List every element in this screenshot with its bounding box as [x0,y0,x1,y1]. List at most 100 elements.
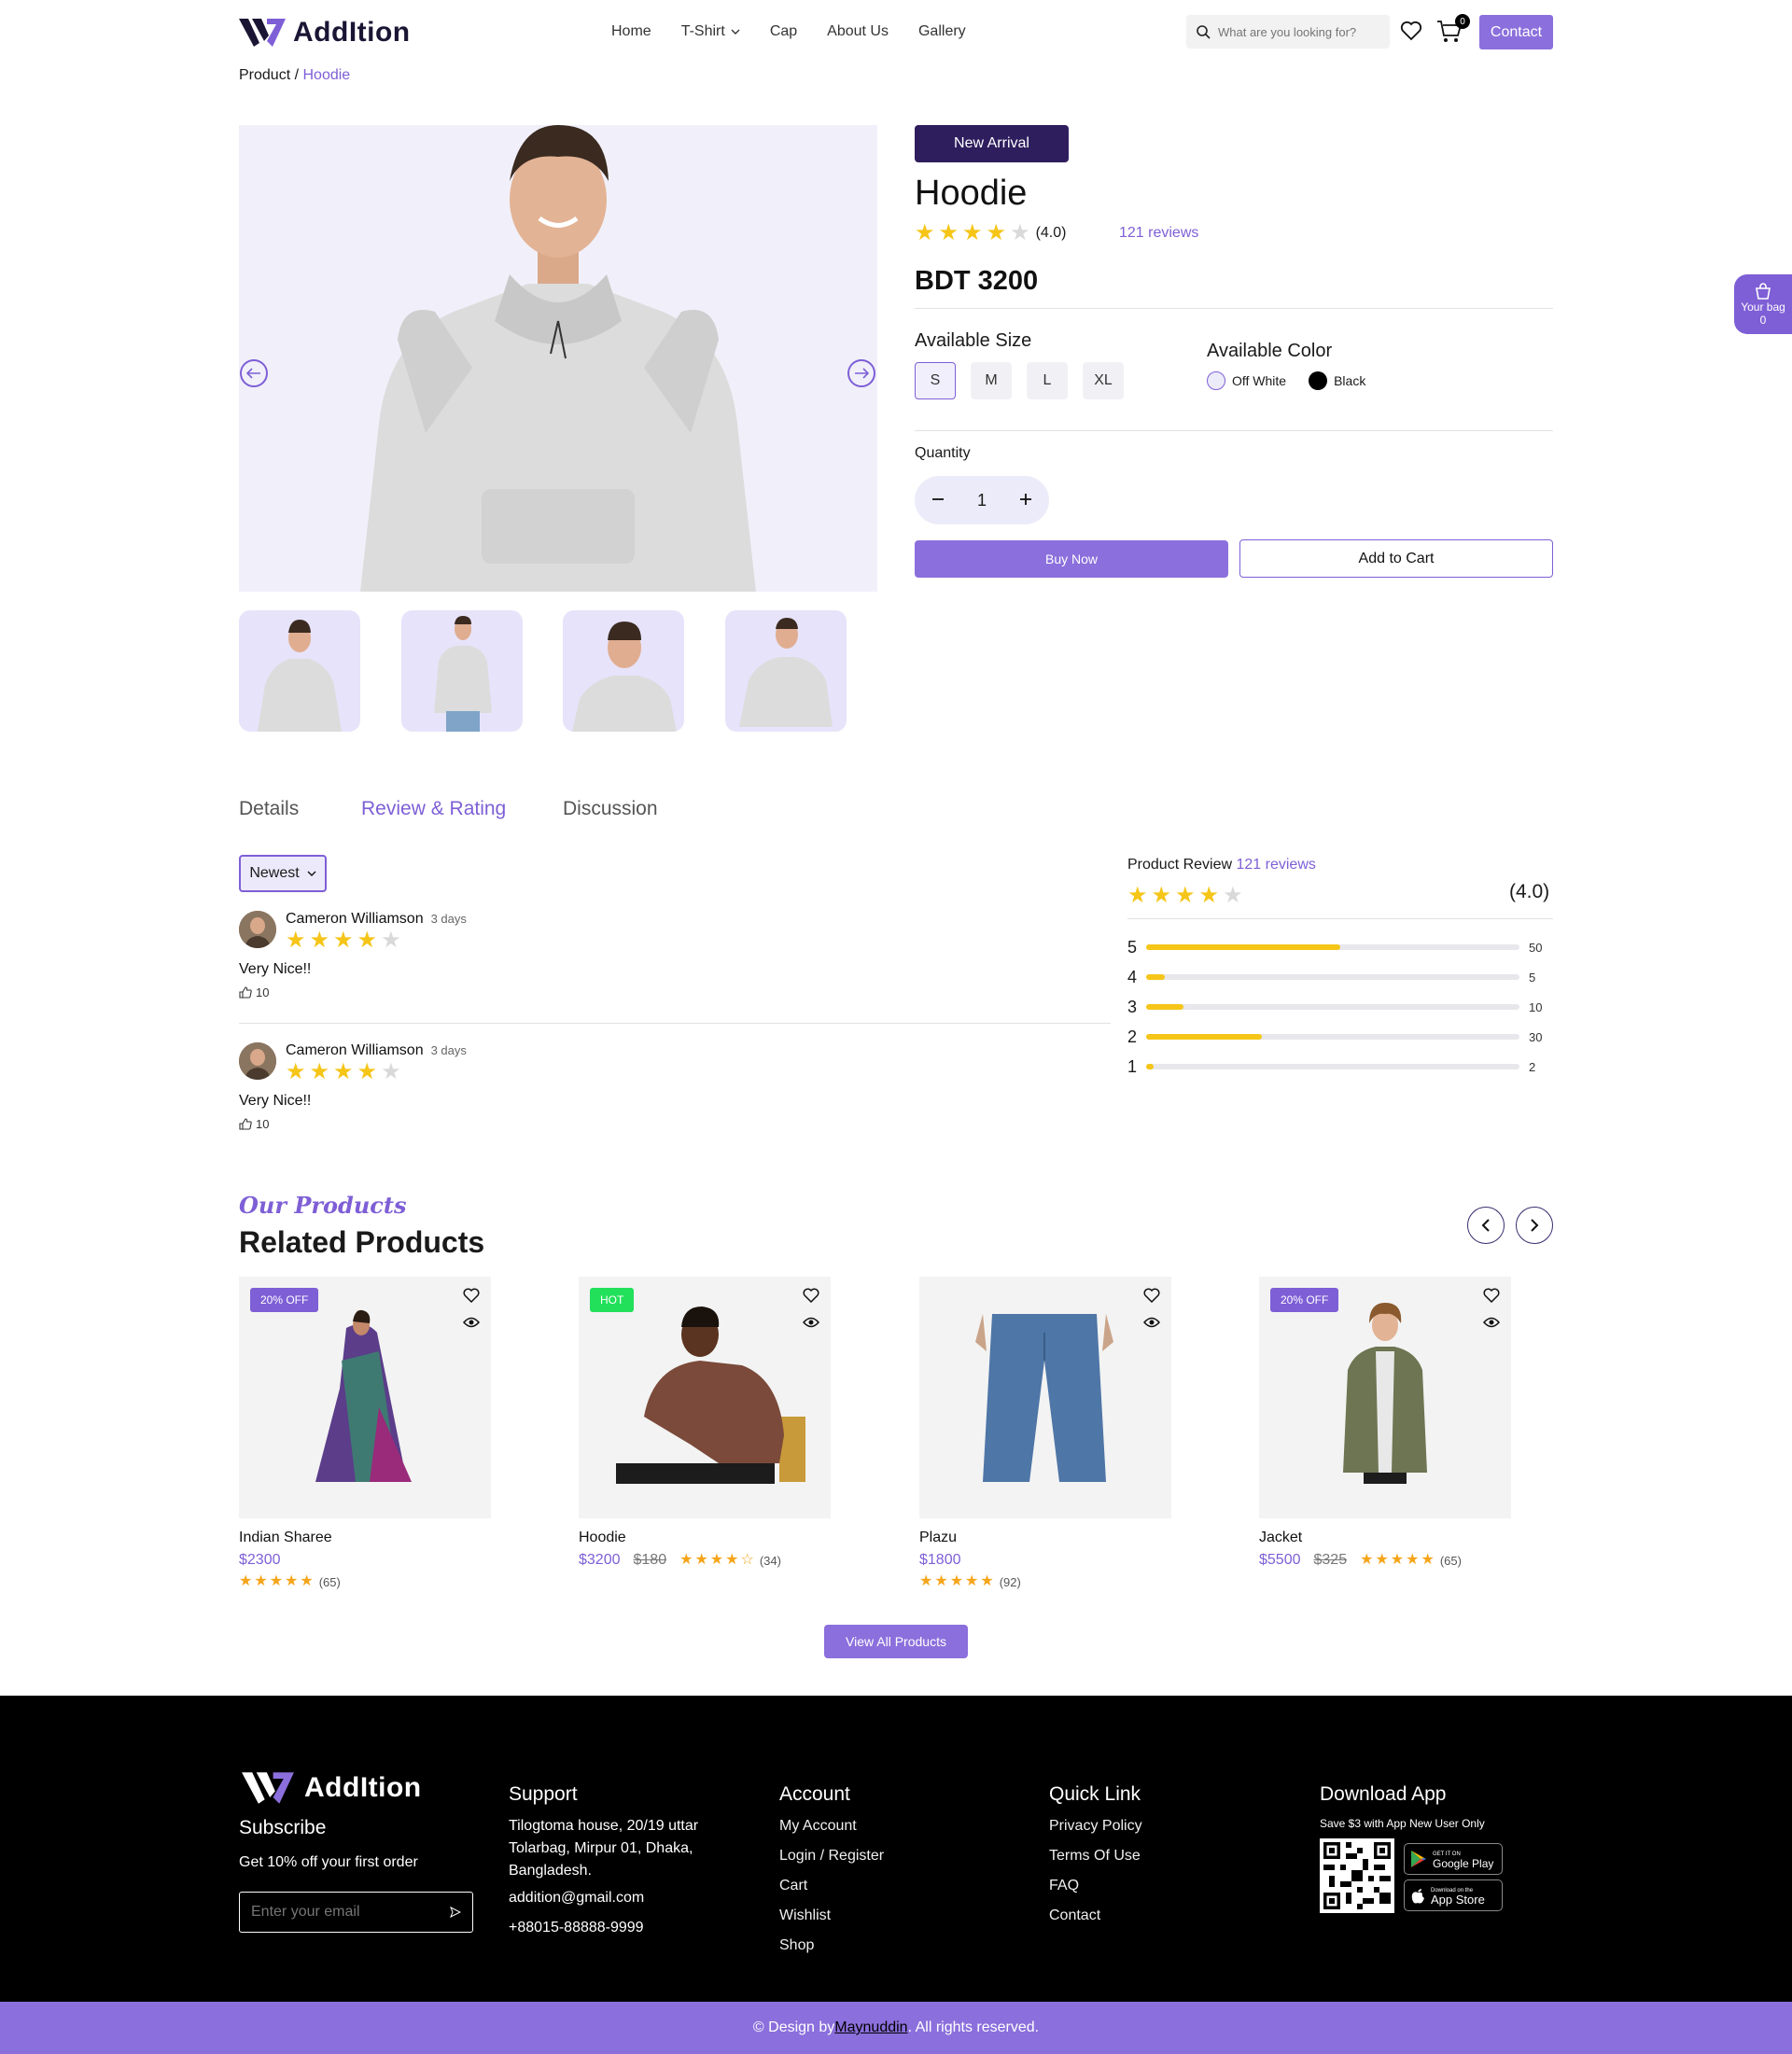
footer-link-my-account[interactable]: My Account [779,1811,884,1841]
rating-bar-label: 3 [1127,997,1138,1016]
related-next-button[interactable] [1516,1207,1553,1244]
rating-bar-label: 5 [1127,937,1138,957]
account-links: My Account Login / Register Cart Wishlis… [779,1811,884,1961]
product-photo-hoodie [616,1306,805,1484]
footer-link-terms[interactable]: Terms Of Use [1049,1841,1142,1871]
thumbs-up-icon [239,986,252,999]
summary-reviews-link[interactable]: 121 reviews [1237,857,1316,873]
nav-tshirt[interactable]: T-Shirt [681,23,740,40]
review-like-button[interactable]: 10 [239,985,1111,999]
nav-home[interactable]: Home [611,23,651,40]
footer-link-privacy[interactable]: Privacy Policy [1049,1811,1142,1841]
rating-bar-fill [1146,1064,1154,1069]
footer-logo[interactable]: AddItion [239,1770,422,1806]
logo-mark-icon [242,1772,294,1804]
product-card[interactable]: 20% OFF Jacket $5500 $325 ★ ★ ★ ★ ★ (65) [1259,1277,1511,1569]
size-option-xl[interactable]: XL [1083,362,1124,399]
contact-button[interactable]: Contact [1479,15,1553,49]
app-store-button[interactable]: Download on the App Store [1404,1879,1503,1911]
quantity-increase-button[interactable] [1019,491,1032,510]
product-name[interactable]: Plazu [919,1530,1171,1546]
send-icon[interactable] [450,1907,461,1918]
gallery-prev-button[interactable] [240,359,268,387]
nav-gallery[interactable]: Gallery [918,23,966,40]
nav-cap[interactable]: Cap [770,23,797,40]
support-email[interactable]: addition@gmail.com [509,1890,644,1907]
star-icon: ★ [357,1059,378,1084]
star-icon: ★ [269,1573,284,1589]
gallery-next-button[interactable] [847,359,875,387]
star-icon: ★ [1390,1552,1405,1568]
size-option-m[interactable]: M [971,362,1012,399]
color-option-off-white[interactable]: Off White [1207,371,1286,390]
search-bar[interactable] [1186,15,1390,49]
heart-icon[interactable] [463,1288,480,1303]
support-phone[interactable]: +88015-88888-9999 [509,1920,644,1936]
star-icon: ★ [1421,1552,1435,1568]
cart-button[interactable]: 0 [1436,14,1470,44]
google-play-button[interactable]: GET IT ON Google Play [1404,1843,1503,1875]
thumbnail-2[interactable] [401,610,523,732]
review-sort-select[interactable]: Newest [239,855,327,892]
search-input[interactable] [1218,24,1377,39]
star-icon: ★ [980,1573,994,1589]
product-name[interactable]: Hoodie [579,1530,831,1546]
product-card[interactable]: Plazu $1800 ★ ★ ★ ★ ★ (92) [919,1277,1171,1589]
size-option-s[interactable]: S [915,362,956,399]
footer-link-contact[interactable]: Contact [1049,1901,1142,1931]
footer-link-login-register[interactable]: Login / Register [779,1841,884,1871]
quick-link-title: Quick Link [1049,1783,1141,1805]
brand-logo[interactable]: AddItion [239,17,411,49]
color-option-black[interactable]: Black [1309,371,1365,390]
footer-link-shop[interactable]: Shop [779,1931,884,1961]
breadcrumb-root[interactable]: Product [239,67,290,83]
heart-icon[interactable] [1483,1288,1500,1303]
eye-icon[interactable] [1143,1316,1160,1329]
star-icon: ★ [1010,220,1030,245]
eye-icon[interactable] [1483,1316,1500,1329]
floating-bag-button[interactable]: Your bag 0 [1734,274,1792,334]
thumbnail-3[interactable] [563,610,684,732]
email-input[interactable] [251,1904,438,1921]
view-all-products-button[interactable]: View All Products [824,1625,968,1658]
tab-discussion[interactable]: Discussion [563,798,658,820]
buy-now-button[interactable]: Buy Now [915,540,1228,578]
product-reviews-link[interactable]: 121 reviews [1119,225,1198,242]
add-to-cart-button[interactable]: Add to Cart [1239,539,1553,578]
divider [915,308,1553,309]
heart-icon[interactable] [1143,1288,1160,1303]
quantity-decrease-button[interactable] [931,491,945,510]
size-option-l[interactable]: L [1027,362,1068,399]
breadcrumb: Product / Hoodie [239,67,350,84]
product-photo-sharee [315,1309,412,1482]
heart-icon[interactable] [803,1288,819,1303]
footer-link-faq[interactable]: FAQ [1049,1871,1142,1901]
star-icon: ★ [919,1573,933,1589]
review-like-button[interactable]: 10 [239,1117,1111,1131]
thumbnail-1[interactable] [239,610,360,732]
rating-bar-track [1146,1004,1519,1010]
product-name[interactable]: Indian Sharee [239,1530,491,1546]
footer-link-wishlist[interactable]: Wishlist [779,1901,884,1931]
product-card[interactable]: HOT Hoodie $3200 $180 ★ ★ ★ ★ ☆ (34) [579,1277,831,1569]
product-name[interactable]: Jacket [1259,1530,1511,1546]
footer-brand-name: AddItion [304,1772,422,1803]
minus-icon [931,497,944,500]
eye-icon[interactable] [803,1316,819,1329]
product-price: $2300 [239,1552,281,1568]
arrow-right-icon [855,368,869,379]
wishlist-heart-icon[interactable] [1400,21,1422,41]
product-card-image: 20% OFF [239,1277,491,1518]
footer-link-cart[interactable]: Cart [779,1871,884,1901]
rating-count: (92) [999,1574,1021,1589]
product-card[interactable]: 20% OFF Indian Sharee $2300 ★ ★ ★ ★ ★ (65) [239,1277,491,1589]
quick-links: Privacy Policy Terms Of Use FAQ Contact [1049,1811,1142,1931]
thumbnail-4[interactable] [725,610,847,732]
related-prev-button[interactable] [1467,1207,1505,1244]
nav-about[interactable]: About Us [827,23,889,40]
tab-details[interactable]: Details [239,798,299,820]
eye-icon[interactable] [463,1316,480,1329]
designer-link[interactable]: Maynuddin [834,2019,907,2036]
star-icon: ★ [309,1059,330,1084]
tab-review-rating[interactable]: Review & Rating [361,798,506,820]
